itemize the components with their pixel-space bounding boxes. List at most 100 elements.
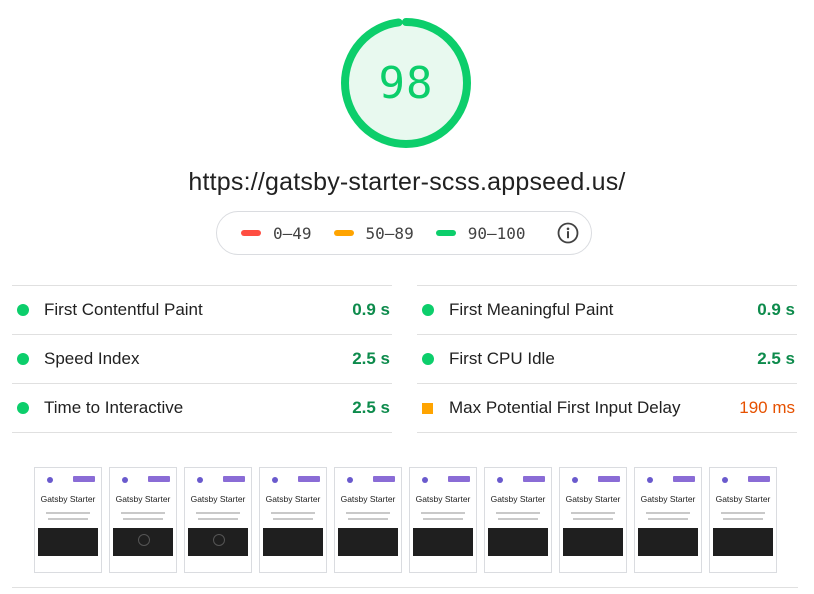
performance-score-value: 98 xyxy=(378,57,434,109)
metric-label: First CPU Idle xyxy=(449,349,555,368)
filmstrip-frame: Gatsby Starter xyxy=(484,467,552,573)
metric-value: 2.5 s xyxy=(352,349,390,368)
metric-label: First Contentful Paint xyxy=(44,300,203,319)
metric-first-contentful-paint: First Contentful Paint 0.9 s xyxy=(12,285,392,334)
frame-nav-button xyxy=(523,476,545,482)
divider xyxy=(12,587,798,588)
frame-text-line xyxy=(48,518,88,520)
pass-indicator-icon xyxy=(422,304,434,316)
frame-logo-icon xyxy=(572,477,578,483)
legend-item-fail: 0–49 xyxy=(241,224,312,243)
frame-text-line xyxy=(421,512,465,514)
metric-value: 0.9 s xyxy=(352,300,390,319)
frame-nav-button xyxy=(598,476,620,482)
metric-max-potential-fid: Max Potential First Input Delay 190 ms xyxy=(417,383,797,433)
frame-loading-spinner-icon xyxy=(138,534,150,546)
frame-title: Gatsby Starter xyxy=(265,494,321,504)
metrics-column-left: First Contentful Paint 0.9 s Speed Index… xyxy=(12,285,392,433)
frame-hero-block xyxy=(563,528,623,556)
frame-title: Gatsby Starter xyxy=(640,494,696,504)
frame-title: Gatsby Starter xyxy=(565,494,621,504)
frame-logo-icon xyxy=(347,477,353,483)
score-legend: 0–49 50–89 90–100 xyxy=(216,211,592,255)
metric-first-cpu-idle: First CPU Idle 2.5 s xyxy=(417,334,797,383)
frame-logo-icon xyxy=(197,477,203,483)
legend-item-average: 50–89 xyxy=(333,223,414,243)
metric-value: 2.5 s xyxy=(352,398,390,417)
frame-title: Gatsby Starter xyxy=(415,494,471,504)
frame-hero-block xyxy=(263,528,323,556)
pass-indicator-icon xyxy=(17,304,29,316)
frame-text-line xyxy=(198,518,238,520)
frame-text-line xyxy=(723,518,763,520)
frame-text-line xyxy=(123,518,163,520)
frame-hero-block xyxy=(638,528,698,556)
frame-nav-button xyxy=(298,476,320,482)
frame-logo-icon xyxy=(47,477,53,483)
frame-hero-block xyxy=(488,528,548,556)
metric-value: 190 ms xyxy=(739,398,795,417)
filmstrip-frame: Gatsby Starter xyxy=(634,467,702,573)
frame-text-line xyxy=(648,518,688,520)
frame-text-line xyxy=(571,512,615,514)
metric-value: 0.9 s xyxy=(757,300,795,319)
frame-hero-block xyxy=(413,528,473,556)
frame-nav-button xyxy=(73,476,95,482)
frame-logo-icon xyxy=(497,477,503,483)
legend-bar-fail xyxy=(241,230,261,236)
metric-label: Speed Index xyxy=(44,349,140,368)
frame-text-line xyxy=(346,512,390,514)
frame-nav-button xyxy=(148,476,170,482)
filmstrip-frame: Gatsby Starter xyxy=(334,467,402,573)
metric-label: Max Potential First Input Delay xyxy=(449,398,681,417)
frame-title: Gatsby Starter xyxy=(115,494,171,504)
frame-logo-icon xyxy=(722,477,728,483)
filmstrip-frame: Gatsby Starter xyxy=(109,467,177,573)
metrics-column-right: First Meaningful Paint 0.9 s First CPU I… xyxy=(417,285,797,433)
filmstrip-frame: Gatsby Starter xyxy=(259,467,327,573)
frame-title: Gatsby Starter xyxy=(490,494,546,504)
frame-nav-button xyxy=(448,476,470,482)
frame-logo-icon xyxy=(422,477,428,483)
metric-first-meaningful-paint: First Meaningful Paint 0.9 s xyxy=(417,285,797,334)
frame-text-line xyxy=(121,512,165,514)
frame-text-line xyxy=(646,512,690,514)
pass-indicator-icon xyxy=(17,353,29,365)
pass-indicator-icon xyxy=(17,402,29,414)
metric-label: Time to Interactive xyxy=(44,398,184,417)
metric-value: 2.5 s xyxy=(757,349,795,368)
frame-text-line xyxy=(273,518,313,520)
frame-text-line xyxy=(721,512,765,514)
frame-nav-button xyxy=(748,476,770,482)
metric-label: First Meaningful Paint xyxy=(449,300,614,319)
frame-logo-icon xyxy=(122,477,128,483)
filmstrip-frame: Gatsby Starter xyxy=(409,467,477,573)
frame-hero-block xyxy=(338,528,398,556)
average-indicator-icon xyxy=(422,402,433,414)
filmstrip-frame: Gatsby Starter xyxy=(184,467,252,573)
legend-range-average: 50–89 xyxy=(365,223,414,243)
legend-range-pass: 90–100 xyxy=(467,223,526,243)
filmstrip-frame: Gatsby Starter xyxy=(709,467,777,573)
frame-title: Gatsby Starter xyxy=(715,494,771,504)
frame-text-line xyxy=(423,518,463,520)
frame-text-line xyxy=(348,518,388,520)
legend-item-pass: 90–100 xyxy=(435,223,526,243)
filmstrip-frame: Gatsby Starter xyxy=(34,467,102,573)
legend-bar-average xyxy=(333,230,354,236)
filmstrip-frame: Gatsby Starter xyxy=(559,467,627,573)
frame-title: Gatsby Starter xyxy=(340,494,396,504)
lighthouse-report: 98 https://gatsby-starter-scss.appseed.u… xyxy=(0,0,814,594)
metric-speed-index: Speed Index 2.5 s xyxy=(12,334,392,383)
frame-text-line xyxy=(573,518,613,520)
frame-nav-button xyxy=(373,476,395,482)
frame-logo-icon xyxy=(647,477,653,483)
metric-time-to-interactive: Time to Interactive 2.5 s xyxy=(12,383,392,433)
frame-text-line xyxy=(196,512,240,514)
frame-logo-icon xyxy=(272,477,278,483)
frame-nav-button xyxy=(673,476,695,482)
frame-hero-block xyxy=(38,528,98,556)
legend-bar-pass xyxy=(435,230,456,236)
page-url[interactable]: https://gatsby-starter-scss.appseed.us/ xyxy=(0,168,814,197)
info-icon[interactable] xyxy=(557,222,579,244)
